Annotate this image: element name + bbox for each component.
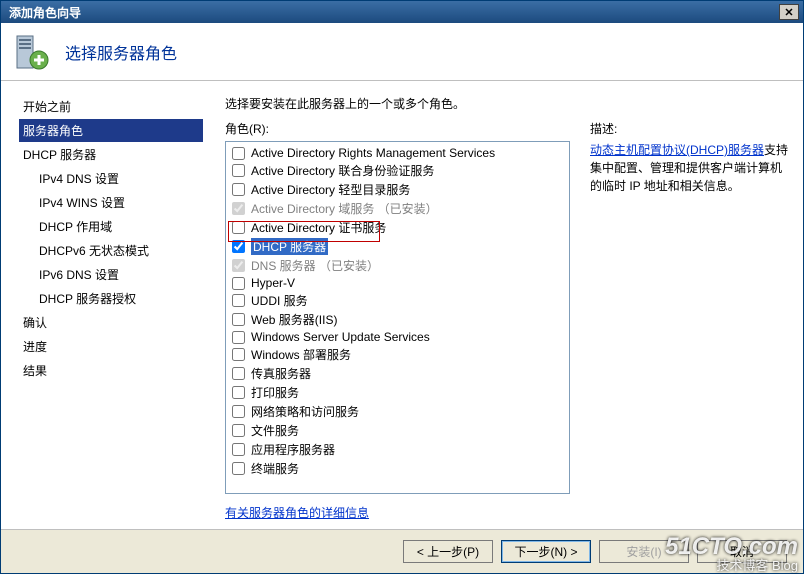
dhcp-link[interactable]: 动态主机配置协议(DHCP)服务器 [590,143,764,157]
role-row[interactable]: Active Directory 轻型目录服务 [228,180,567,199]
role-label: 文件服务 [251,422,299,439]
role-label: 网络策略和访问服务 [251,403,359,420]
role-row[interactable]: 终端服务 [228,459,567,478]
role-checkbox[interactable] [232,221,245,234]
role-label: 终端服务 [251,460,299,477]
role-label: 应用程序服务器 [251,441,335,458]
next-button[interactable]: 下一步(N) > [501,540,591,563]
close-button[interactable]: ✕ [779,4,799,20]
role-row[interactable]: Windows 部署服务 [228,345,567,364]
role-row[interactable]: UDDI 服务 [228,291,567,310]
role-checkbox[interactable] [232,183,245,196]
sidebar-step[interactable]: 开始之前 [19,95,203,118]
role-label: DHCP 服务器 [251,238,328,255]
role-row: Active Directory 域服务 （已安装） [228,199,567,218]
cancel-button[interactable]: 取消 [697,540,787,563]
prev-button[interactable]: < 上一步(P) [403,540,493,563]
sidebar-step[interactable]: DHCP 服务器 [19,143,203,166]
sidebar-step[interactable]: 确认 [19,311,203,334]
role-row[interactable]: Windows Server Update Services [228,329,567,345]
sidebar-step[interactable]: DHCPv6 无状态模式 [19,239,203,262]
description-label: 描述: [590,120,793,137]
roles-label: 角色(R): [225,120,570,137]
role-checkbox[interactable] [232,240,245,253]
page-title: 选择服务器角色 [65,40,177,64]
install-button: 安装(I) [599,540,689,563]
details-link[interactable]: 有关服务器角色的详细信息 [225,506,369,520]
role-label: 传真服务器 [251,365,311,382]
wizard-body: 开始之前服务器角色DHCP 服务器IPv4 DNS 设置IPv4 WINS 设置… [1,81,803,529]
sidebar-step[interactable]: IPv4 WINS 设置 [19,191,203,214]
sidebar-step[interactable]: 结果 [19,359,203,382]
sidebar-step[interactable]: 服务器角色 [19,119,203,142]
role-label: Active Directory 轻型目录服务 [251,181,410,198]
role-label: DNS 服务器 （已安装） [251,257,379,274]
window-title: 添加角色向导 [5,4,779,21]
role-row[interactable]: Active Directory Rights Management Servi… [228,145,567,161]
role-label: Active Directory 域服务 （已安装） [251,200,438,217]
role-row[interactable]: Active Directory 证书服务 [228,218,567,237]
role-checkbox[interactable] [232,348,245,361]
role-checkbox [232,259,245,272]
sidebar-step[interactable]: 进度 [19,335,203,358]
role-checkbox[interactable] [232,164,245,177]
role-checkbox[interactable] [232,386,245,399]
sidebar-step[interactable]: IPv6 DNS 设置 [19,263,203,286]
roles-column: 角色(R): Active Directory Rights Managemen… [225,120,570,521]
role-label: Active Directory 证书服务 [251,219,386,236]
sidebar-step[interactable]: DHCP 服务器授权 [19,287,203,310]
role-row[interactable]: 网络策略和访问服务 [228,402,567,421]
role-checkbox[interactable] [232,462,245,475]
role-checkbox[interactable] [232,331,245,344]
role-row[interactable]: Web 服务器(IIS) [228,310,567,329]
role-checkbox[interactable] [232,313,245,326]
role-checkbox[interactable] [232,424,245,437]
server-role-icon [11,32,51,72]
description-text: 动态主机配置协议(DHCP)服务器支持集中配置、管理和提供客户端计算机的临时 I… [590,141,793,195]
columns: 角色(R): Active Directory Rights Managemen… [225,120,793,521]
sidebar-step[interactable]: IPv4 DNS 设置 [19,167,203,190]
role-checkbox [232,202,245,215]
wizard-buttons: < 上一步(P) 下一步(N) > 安装(I) 取消 [1,529,803,573]
role-row[interactable]: 打印服务 [228,383,567,402]
role-label: Windows 部署服务 [251,346,351,363]
role-checkbox[interactable] [232,367,245,380]
role-checkbox[interactable] [232,405,245,418]
role-label: Web 服务器(IIS) [251,311,337,328]
role-row[interactable]: Active Directory 联合身份验证服务 [228,161,567,180]
roles-list[interactable]: Active Directory Rights Management Servi… [225,141,570,494]
role-label: UDDI 服务 [251,292,308,309]
role-label: Hyper-V [251,276,295,290]
role-checkbox[interactable] [232,277,245,290]
role-row[interactable]: 传真服务器 [228,364,567,383]
wizard-header: 选择服务器角色 [1,23,803,81]
role-checkbox[interactable] [232,294,245,307]
role-row[interactable]: 应用程序服务器 [228,440,567,459]
role-label: Active Directory Rights Management Servi… [251,146,495,160]
instruction-text: 选择要安装在此服务器上的一个或多个角色。 [225,95,793,112]
role-checkbox[interactable] [232,147,245,160]
description-column: 描述: 动态主机配置协议(DHCP)服务器支持集中配置、管理和提供客户端计算机的… [590,120,793,521]
role-row[interactable]: Hyper-V [228,275,567,291]
steps-sidebar: 开始之前服务器角色DHCP 服务器IPv4 DNS 设置IPv4 WINS 设置… [1,81,211,529]
role-row[interactable]: DHCP 服务器 [228,237,567,256]
role-label: Windows Server Update Services [251,330,430,344]
role-label: Active Directory 联合身份验证服务 [251,162,434,179]
title-bar: 添加角色向导 ✕ [1,1,803,23]
role-row[interactable]: 文件服务 [228,421,567,440]
main-panel: 选择要安装在此服务器上的一个或多个角色。 角色(R): Active Direc… [211,81,803,529]
role-row: DNS 服务器 （已安装） [228,256,567,275]
wizard-window: 添加角色向导 ✕ 选择服务器角色 开始之前服务器角色DHCP 服务器IPv4 D… [0,0,804,574]
role-checkbox[interactable] [232,443,245,456]
sidebar-step[interactable]: DHCP 作用域 [19,215,203,238]
role-label: 打印服务 [251,384,299,401]
